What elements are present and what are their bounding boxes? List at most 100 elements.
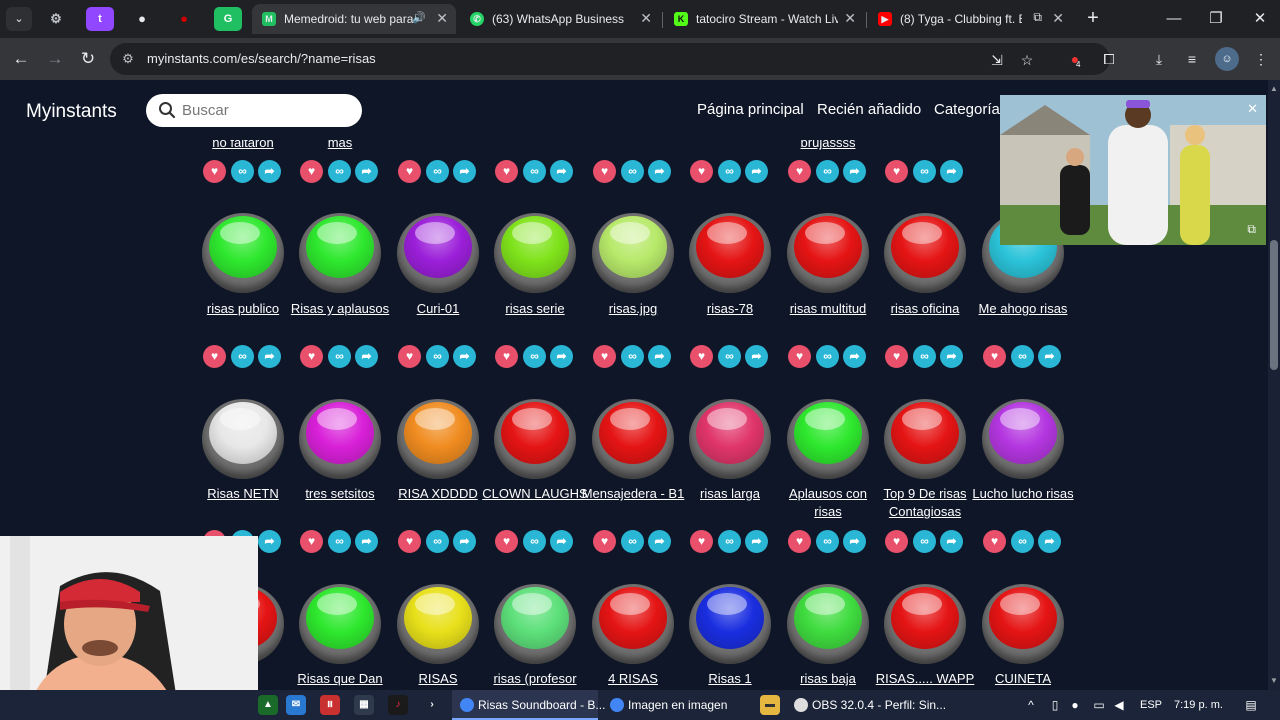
copy-link-icon[interactable]: ∞ xyxy=(621,160,644,183)
favorite-heart-icon[interactable]: ♥ xyxy=(495,345,518,368)
favorite-heart-icon[interactable]: ♥ xyxy=(398,345,421,368)
favorite-heart-icon[interactable]: ♥ xyxy=(593,160,616,183)
share-arrow-icon[interactable]: ➦ xyxy=(1038,530,1061,553)
search-input[interactable] xyxy=(182,94,352,127)
copy-link-icon[interactable]: ∞ xyxy=(718,345,741,368)
close-icon[interactable]: ✕ xyxy=(436,10,448,27)
sound-play-button[interactable] xyxy=(592,399,674,479)
favorite-heart-icon[interactable]: ♥ xyxy=(300,345,323,368)
sound-play-button[interactable] xyxy=(884,213,966,293)
sound-play-button[interactable] xyxy=(787,399,869,479)
share-arrow-icon[interactable]: ➦ xyxy=(453,530,476,553)
terminal-icon[interactable]: › xyxy=(422,695,442,715)
nav-home[interactable]: Página principal xyxy=(697,101,804,118)
picture-in-picture-video[interactable]: ✕ ⧉ xyxy=(1000,95,1266,245)
share-arrow-icon[interactable]: ➦ xyxy=(843,345,866,368)
clock[interactable]: 7:19 p. m. xyxy=(1174,690,1223,720)
share-arrow-icon[interactable]: ➦ xyxy=(355,345,378,368)
share-arrow-icon[interactable]: ➦ xyxy=(355,530,378,553)
notifications-icon[interactable]: ▤ xyxy=(1242,695,1260,715)
sound-name-link[interactable]: brujassss xyxy=(774,140,882,152)
favorite-heart-icon[interactable]: ♥ xyxy=(885,345,908,368)
microphone-icon[interactable]: ● xyxy=(1066,695,1084,715)
copy-link-icon[interactable]: ∞ xyxy=(426,160,449,183)
copy-link-icon[interactable]: ∞ xyxy=(621,530,644,553)
language-indicator[interactable]: ESP xyxy=(1140,690,1162,720)
sound-play-button[interactable] xyxy=(299,399,381,479)
taskbar-app-icon[interactable]: ▲ xyxy=(258,695,278,715)
sound-name-link[interactable]: 4 RISAS xyxy=(579,670,687,688)
close-icon[interactable]: ✕ xyxy=(640,10,652,27)
favorite-heart-icon[interactable]: ♥ xyxy=(593,530,616,553)
share-arrow-icon[interactable]: ➦ xyxy=(940,345,963,368)
sound-play-button[interactable] xyxy=(397,213,479,293)
copy-link-icon[interactable]: ∞ xyxy=(328,345,351,368)
reload-icon[interactable]: ↻ xyxy=(75,46,101,72)
sound-name-link[interactable]: risas oficina xyxy=(871,300,979,318)
share-arrow-icon[interactable]: ➦ xyxy=(843,530,866,553)
profile-avatar[interactable]: ☺ xyxy=(1215,47,1239,71)
favorite-heart-icon[interactable]: ♥ xyxy=(690,160,713,183)
page-scrollbar[interactable]: ▲ ▼ xyxy=(1268,80,1280,690)
sound-play-button[interactable] xyxy=(982,399,1064,479)
share-arrow-icon[interactable]: ➦ xyxy=(843,160,866,183)
tab-youtube[interactable]: ▶ (8) Tyga - Clubbing ft. E ⧉ ✕ xyxy=(868,4,1072,34)
scroll-thumb[interactable] xyxy=(1270,240,1278,370)
sound-play-button[interactable] xyxy=(494,399,576,479)
menu-kebab-icon[interactable]: ⋮ xyxy=(1250,48,1272,70)
sound-name-link[interactable]: risas-78 xyxy=(676,300,784,318)
favorite-heart-icon[interactable]: ♥ xyxy=(203,160,226,183)
copy-link-icon[interactable]: ∞ xyxy=(523,530,546,553)
share-arrow-icon[interactable]: ➦ xyxy=(745,345,768,368)
sound-name-link[interactable]: risas serie xyxy=(481,300,589,318)
taskbar-obs[interactable]: OBS 32.0.4 - Perfil: Sin... xyxy=(788,690,948,720)
favorite-heart-icon[interactable]: ♥ xyxy=(885,160,908,183)
taskbar-chrome-risas[interactable]: Risas Soundboard - B... xyxy=(452,690,605,720)
share-arrow-icon[interactable]: ➦ xyxy=(648,345,671,368)
sound-play-button[interactable] xyxy=(494,213,576,293)
copy-link-icon[interactable]: ∞ xyxy=(328,530,351,553)
favorite-heart-icon[interactable]: ♥ xyxy=(983,345,1006,368)
sound-name-link[interactable]: risas (profesor xyxy=(481,670,589,688)
favorite-heart-icon[interactable]: ♥ xyxy=(398,530,421,553)
tray-expand-icon[interactable]: ^ xyxy=(1022,695,1040,715)
sound-name-link[interactable]: CLOWN LAUGHS xyxy=(481,485,589,503)
copy-link-icon[interactable]: ∞ xyxy=(1011,345,1034,368)
taskbar-app-icon[interactable]: Ⅲ xyxy=(320,695,340,715)
pinned-tab-twitch-icon[interactable]: t xyxy=(86,7,114,31)
share-arrow-icon[interactable]: ➦ xyxy=(648,530,671,553)
sound-name-link[interactable]: Risas que Dan xyxy=(286,670,394,688)
pinned-tab-chatgpt-icon[interactable]: ⚙ xyxy=(42,7,70,31)
sound-play-button[interactable] xyxy=(299,584,381,664)
share-arrow-icon[interactable]: ➦ xyxy=(453,345,476,368)
address-bar[interactable]: ⚙ myinstants.com/es/search/?name=risas ⇲… xyxy=(110,43,1110,75)
sound-name-link[interactable]: RISAS..... WAPP xyxy=(871,670,979,688)
pip-close-icon[interactable]: ✕ xyxy=(1247,101,1258,117)
sound-name-link[interactable]: Aplausos con risas xyxy=(774,485,882,521)
favorite-heart-icon[interactable]: ♥ xyxy=(495,160,518,183)
copy-link-icon[interactable]: ∞ xyxy=(328,160,351,183)
media-control-icon[interactable]: ≡ xyxy=(1181,48,1203,70)
copy-link-icon[interactable]: ∞ xyxy=(1011,530,1034,553)
favorite-heart-icon[interactable]: ♥ xyxy=(398,160,421,183)
sound-play-button[interactable] xyxy=(689,213,771,293)
sound-name-link[interactable]: CUINETA xyxy=(969,670,1077,688)
sound-play-button[interactable] xyxy=(787,213,869,293)
copy-link-icon[interactable]: ∞ xyxy=(816,530,839,553)
share-arrow-icon[interactable]: ➦ xyxy=(940,160,963,183)
favorite-heart-icon[interactable]: ♥ xyxy=(690,345,713,368)
tiktok-icon[interactable]: ♪ xyxy=(388,695,408,715)
picture-in-picture-icon[interactable]: ⧉ xyxy=(1033,10,1042,25)
copy-link-icon[interactable]: ∞ xyxy=(231,160,254,183)
pinned-tab-record-icon[interactable]: ● xyxy=(170,7,198,31)
window-close-icon[interactable]: ✕ xyxy=(1240,6,1280,32)
share-arrow-icon[interactable]: ➦ xyxy=(745,160,768,183)
favorite-heart-icon[interactable]: ♥ xyxy=(203,345,226,368)
sound-play-button[interactable] xyxy=(202,399,284,479)
volume-icon[interactable]: ◀ xyxy=(1110,695,1128,715)
sound-name-link[interactable]: Mensajedera - B1 xyxy=(579,485,687,503)
share-arrow-icon[interactable]: ➦ xyxy=(355,160,378,183)
nav-categories[interactable]: Categorías xyxy=(934,101,1007,118)
favorite-heart-icon[interactable]: ♥ xyxy=(788,530,811,553)
share-arrow-icon[interactable]: ➦ xyxy=(940,530,963,553)
